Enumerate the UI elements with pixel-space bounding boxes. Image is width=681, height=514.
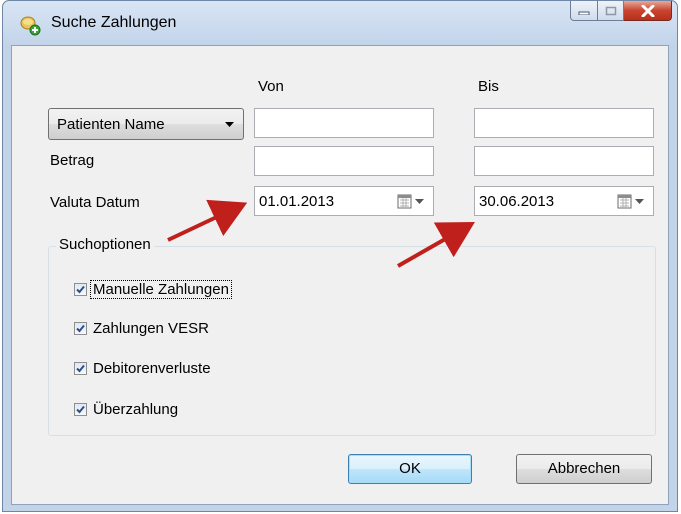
value-date-label: Valuta Datum: [50, 194, 140, 211]
amount-to-input[interactable]: [474, 146, 654, 176]
ok-button[interactable]: OK: [348, 454, 472, 484]
close-icon: [641, 4, 654, 17]
minimize-icon: [578, 11, 590, 15]
window-title: Suche Zahlungen: [51, 14, 177, 31]
value-date-from-value: 01.01.2013: [259, 193, 335, 210]
name-field-select[interactable]: Patienten Name: [48, 108, 244, 140]
check-icon: [76, 285, 85, 293]
option-overpayment[interactable]: Überzahlung: [74, 399, 178, 419]
option-manual-payments[interactable]: Manuelle Zahlungen: [74, 279, 232, 299]
amount-label: Betrag: [50, 152, 95, 169]
checkbox[interactable]: [74, 321, 87, 335]
checkbox[interactable]: [74, 402, 87, 416]
cancel-button[interactable]: Abbrechen: [516, 454, 652, 484]
value-date-to-value: 30.06.2013: [479, 193, 555, 210]
option-label: Überzahlung: [93, 400, 179, 418]
column-header-to: Bis: [478, 78, 499, 95]
value-date-from-picker[interactable]: 01.01.2013: [254, 186, 434, 216]
option-label: Manuelle Zahlungen: [90, 279, 232, 299]
close-button[interactable]: [624, 1, 672, 21]
checkbox[interactable]: [74, 361, 87, 375]
chevron-down-icon: [225, 122, 234, 127]
calendar-dropdown-icon[interactable]: [397, 194, 427, 210]
option-label: Debitorenverluste: [93, 359, 211, 377]
value-date-to-picker[interactable]: 30.06.2013: [474, 186, 654, 216]
dialog-window: Suche Zahlungen Von Bis Patienten Name B…: [2, 0, 678, 512]
check-icon: [76, 324, 85, 332]
search-options-title: Suchoptionen: [56, 236, 154, 253]
option-label: Zahlungen VESR: [93, 319, 209, 337]
maximize-button[interactable]: [598, 1, 624, 21]
name-from-input[interactable]: [254, 108, 434, 138]
name-to-input[interactable]: [474, 108, 654, 138]
option-vesr-payments[interactable]: Zahlungen VESR: [74, 318, 209, 338]
title-bar[interactable]: Suche Zahlungen: [3, 1, 677, 45]
check-icon: [76, 405, 85, 413]
search-payments-icon: [20, 16, 41, 36]
check-icon: [76, 364, 85, 372]
name-field-select-value: Patienten Name: [57, 116, 165, 133]
checkbox[interactable]: [74, 282, 87, 296]
calendar-dropdown-icon[interactable]: [617, 194, 647, 210]
option-bad-debts[interactable]: Debitorenverluste: [74, 358, 211, 378]
minimize-button[interactable]: [570, 1, 598, 21]
dialog-content: Von Bis Patienten Name Betrag Valuta Dat…: [11, 45, 669, 505]
column-header-from: Von: [258, 78, 284, 95]
amount-from-input[interactable]: [254, 146, 434, 176]
maximize-icon: [605, 6, 616, 15]
